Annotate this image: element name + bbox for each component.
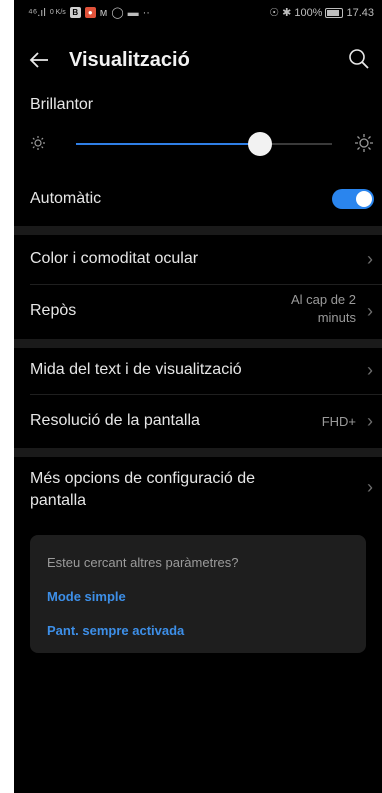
whatsapp-icon: ◯ [111,7,124,19]
section-divider [14,448,382,457]
net-speed: 0 K/s [49,9,66,16]
maps-icon: ᴍ [99,6,108,19]
brightness-label: Brillantor [30,96,94,113]
section-divider [14,339,382,348]
sleep-value-line1: Al cap de 2 [290,292,356,307]
brightness-low-icon [30,135,46,156]
chevron-right-icon: › [367,301,373,321]
eye-comfort-icon: ☉ [269,7,280,19]
app-b-icon: B [69,7,81,18]
status-left: ⁴⁶.ıl 0 K/s B ● ᴍ ◯ ▬ ·· [28,6,150,20]
search-icon[interactable] [346,46,372,72]
suggestions-card: Esteu cercant altres paràmetres? Mode si… [30,535,366,653]
more-notifications-icon: ·· [142,6,150,19]
automatic-label: Automàtic [30,190,102,207]
sleep-label: Repòs [30,302,77,319]
color-comfort-label: Color i comoditat ocular [30,250,199,267]
phone-screen: ⁴⁶.ıl 0 K/s B ● ᴍ ◯ ▬ ·· ☉ ✱ 100% 17.43 … [14,0,382,793]
clock: 17.43 [346,6,374,19]
row-separator [30,394,382,395]
brightness-slider-thumb[interactable] [248,132,272,156]
battery-icon [325,7,344,18]
brightness-slider[interactable] [76,132,332,156]
more-options-label: Més opcions de configuració de pantalla [30,468,255,512]
resolution-value: FHD+ [321,414,356,429]
more-options-line2: pantalla [30,492,87,509]
chevron-right-icon: › [367,411,373,431]
battery-percent: 100% [294,6,323,19]
status-bar: ⁴⁶.ıl 0 K/s B ● ᴍ ◯ ▬ ·· ☉ ✱ 100% 17.43 [14,0,382,26]
chevron-right-icon: › [367,477,373,497]
simple-mode-link[interactable]: Mode simple [47,589,126,604]
sleep-value-line2: minuts [317,310,356,325]
bluetooth-icon: ✱ [282,7,292,19]
toggle-knob [356,191,372,207]
brightness-slider-fill [76,143,260,145]
app-bar: Visualització [14,38,382,82]
back-arrow-icon[interactable] [28,44,56,74]
always-on-display-link[interactable]: Pant. sempre activada [47,623,184,638]
signal-icon: ⁴⁶.ıl [28,6,46,19]
row-separator [30,284,382,285]
message-icon: ▬ [127,6,139,19]
resolution-label: Resolució de la pantalla [30,412,200,429]
text-size-label: Mida del text i de visualització [30,361,242,378]
more-options-line1: Més opcions de configuració de [30,470,256,487]
status-right: ☉ ✱ 100% 17.43 [269,6,374,20]
app-notification-icon: ● [84,7,96,18]
page-title: Visualització [69,49,190,71]
sleep-value: Al cap de 2 minuts [291,292,356,325]
chevron-right-icon: › [367,249,373,269]
chevron-right-icon: › [367,360,373,380]
section-divider [14,226,382,235]
automatic-toggle[interactable] [332,189,374,209]
suggestions-title: Esteu cercant altres paràmetres? [47,555,239,570]
brightness-high-icon [354,133,374,158]
